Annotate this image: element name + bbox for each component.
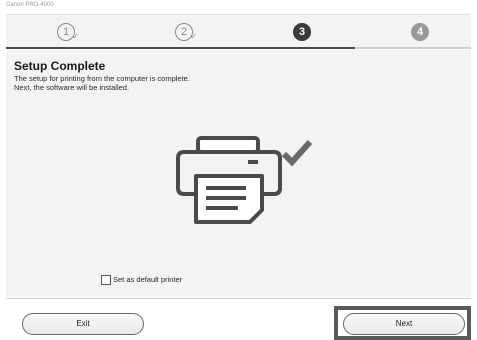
step-3: 3 xyxy=(293,23,311,41)
default-printer-label[interactable]: Set as default printer xyxy=(113,274,182,285)
step-number: 4 xyxy=(416,26,424,38)
step-number: 3 xyxy=(298,26,306,38)
checkmark-icon xyxy=(281,139,313,167)
footer-divider xyxy=(6,298,471,299)
step-2: 2 ✓ xyxy=(175,23,197,41)
default-printer-checkbox[interactable] xyxy=(101,275,111,285)
page-title: Setup Complete xyxy=(14,59,106,73)
setup-description: The setup for printing from the computer… xyxy=(14,74,190,92)
step-4: 4 xyxy=(411,23,429,41)
printer-illustration xyxy=(176,136,313,224)
window-title: Canon PRO-4000 xyxy=(6,2,54,8)
exit-button[interactable]: Exit xyxy=(22,313,144,335)
step-progress-bar: 1 ✓ 2 ✓ 3 4 xyxy=(6,14,471,49)
step-1: 1 ✓ xyxy=(57,23,79,41)
main-panel: Setup Complete The setup for printing fr… xyxy=(6,50,471,297)
installer-window: Canon PRO-4000 1 ✓ 2 ✓ 3 4 Setup Complet… xyxy=(0,0,477,340)
step-done-checkmark-icon: ✓ xyxy=(190,32,197,41)
progress-fill xyxy=(6,47,355,49)
next-button[interactable]: Next xyxy=(343,313,465,335)
title-bar: Canon PRO-4000 xyxy=(0,0,477,12)
printer-icon xyxy=(176,136,282,224)
step-done-checkmark-icon: ✓ xyxy=(72,32,79,41)
